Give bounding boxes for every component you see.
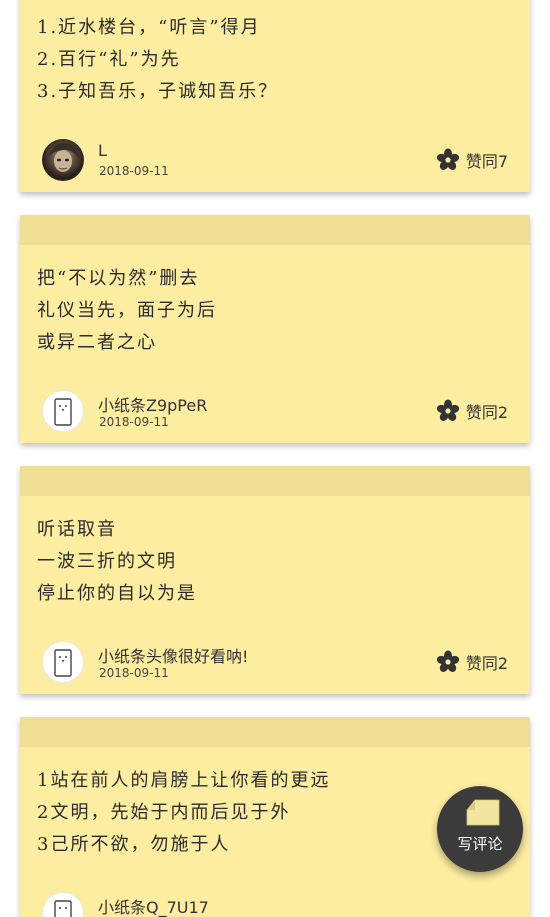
post-date: 2018-09-11 — [99, 415, 169, 429]
photo-avatar-icon — [42, 139, 84, 181]
card-header-strip — [20, 466, 530, 496]
like-button[interactable]: 赞同2 — [436, 398, 508, 424]
avatar[interactable] — [42, 139, 84, 181]
like-count: 赞同2 — [465, 654, 508, 673]
default-avatar-icon — [54, 900, 72, 917]
card-header-strip — [20, 215, 530, 245]
comment-line: 停止你的自以为是 — [37, 583, 197, 604]
write-comment-button[interactable]: 写评论 — [437, 786, 523, 872]
comment-text: 听话取音 一波三折的文明 停止你的自以为是 — [37, 514, 514, 610]
default-avatar-icon — [54, 398, 72, 426]
comment-text: 把“不以为然”删去 礼仪当先，面子为后 或异二者之心 — [37, 263, 514, 359]
author-name[interactable]: L — [98, 141, 107, 160]
like-button[interactable]: 赞同2 — [436, 649, 508, 675]
author-name[interactable]: 小纸条Z9pPeR — [98, 392, 207, 416]
write-comment-label: 写评论 — [457, 835, 503, 853]
avatar[interactable] — [42, 390, 84, 432]
like-count: 赞同2 — [465, 403, 508, 422]
default-avatar-icon — [54, 649, 72, 677]
note-paper-icon — [466, 799, 500, 826]
avatar[interactable] — [42, 641, 84, 683]
comment-line: 1.近水楼台，“听言”得月 — [37, 17, 261, 38]
comment-line: 礼仪当先，面子为后 — [37, 300, 217, 321]
comment-line: 听话取音 — [37, 519, 117, 540]
flower-like-icon — [436, 399, 459, 421]
comment-line: 1站在前人的肩膀上让你看的更远 — [37, 770, 331, 791]
author-name[interactable]: 小纸条头像很好看呐! — [98, 643, 248, 667]
comment-line: 一波三折的文明 — [37, 551, 177, 572]
comment-line: 3.子知吾乐，子诚知吾乐？ — [37, 81, 279, 102]
flower-like-icon — [436, 650, 459, 672]
comment-card: 把“不以为然”删去 礼仪当先，面子为后 或异二者之心 小纸条Z9pPeR 201… — [20, 215, 530, 443]
comment-card: 听话取音 一波三折的文明 停止你的自以为是 小纸条头像很好看呐! 2018-09… — [20, 466, 530, 694]
comment-card: 1.近水楼台，“听言”得月 2.百行“礼”为先 3.子知吾乐，子诚知吾乐？ L … — [20, 0, 530, 192]
comment-line: 2.百行“礼”为先 — [37, 49, 181, 70]
avatar[interactable] — [42, 892, 84, 917]
flower-like-icon — [436, 148, 459, 170]
comment-line: 把“不以为然”删去 — [37, 268, 200, 289]
comment-text: 1.近水楼台，“听言”得月 2.百行“礼”为先 3.子知吾乐，子诚知吾乐？ — [37, 12, 514, 108]
author-name[interactable]: 小纸条Q_7U17 — [98, 894, 209, 917]
post-date: 2018-09-11 — [99, 164, 169, 178]
comment-line: 或异二者之心 — [37, 332, 157, 353]
card-header-strip — [20, 717, 530, 747]
like-button[interactable]: 赞同7 — [436, 147, 508, 173]
post-date: 2018-09-11 — [99, 666, 169, 680]
like-count: 赞同7 — [465, 152, 508, 171]
